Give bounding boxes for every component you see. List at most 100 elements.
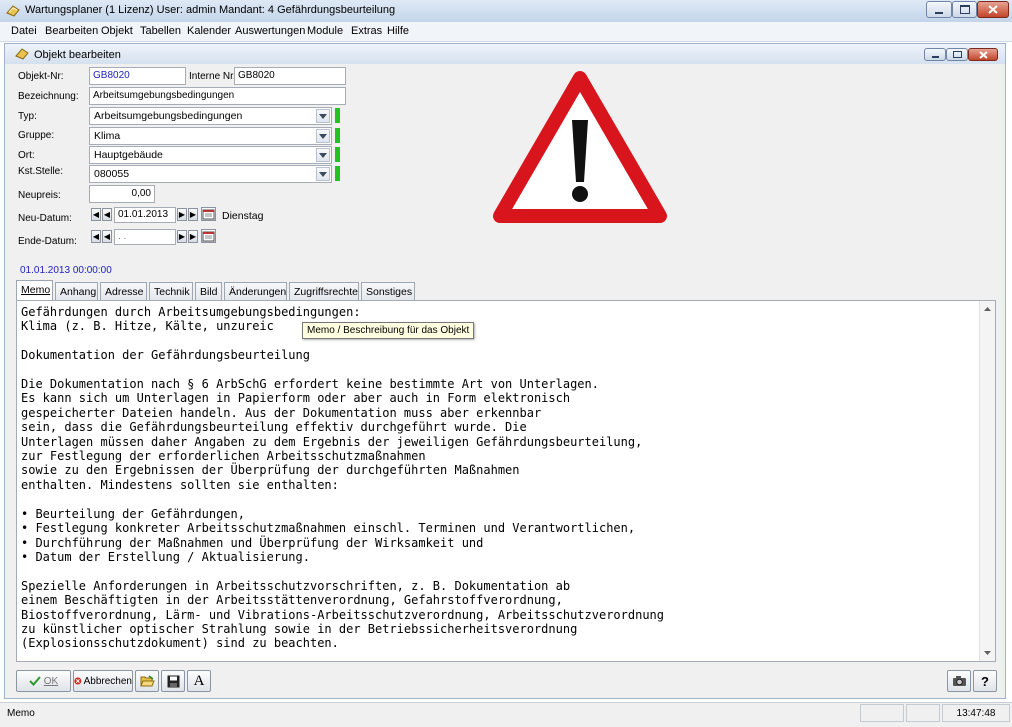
menu-bar: Datei Bearbeiten Objekt Tabellen Kalende… bbox=[0, 22, 1012, 42]
typ-value: Arbeitsumgebungsbedingungen bbox=[94, 110, 243, 122]
ok-label: OK bbox=[43, 675, 59, 687]
required-indicator bbox=[335, 147, 340, 162]
gruppe-select[interactable]: Klima bbox=[89, 127, 332, 145]
menu-tabellen[interactable]: Tabellen bbox=[140, 25, 181, 37]
close-button[interactable] bbox=[977, 1, 1009, 18]
font-button[interactable]: A bbox=[187, 670, 211, 692]
ende-datum-field[interactable]: . . bbox=[114, 229, 176, 245]
neu-datum-field[interactable]: 01.01.2013 bbox=[114, 207, 176, 223]
tab-aenderungen[interactable]: Änderungen bbox=[224, 282, 287, 300]
child-title-bar: Objekt bearbeiten bbox=[5, 44, 1005, 64]
status-panel bbox=[906, 704, 940, 722]
chevron-down-icon[interactable] bbox=[316, 109, 330, 123]
cancel-icon bbox=[74, 677, 82, 685]
date-first-button[interactable]: ◀ bbox=[91, 230, 101, 243]
folder-open-icon bbox=[139, 675, 155, 687]
required-indicator bbox=[335, 166, 340, 181]
scroll-down-icon[interactable] bbox=[984, 651, 991, 655]
kst-stelle-value: 080055 bbox=[94, 168, 130, 180]
tab-technik[interactable]: Technik bbox=[149, 282, 193, 300]
neupreis-field[interactable]: 0,00 bbox=[89, 185, 155, 203]
status-clock: 13:47:48 bbox=[942, 704, 1010, 722]
objekt-nr-label: Objekt-Nr: bbox=[18, 71, 64, 82]
minimize-icon bbox=[931, 56, 939, 58]
kst-stelle-select[interactable]: 080055 bbox=[89, 165, 332, 183]
camera-icon bbox=[952, 676, 966, 686]
child-restore-button[interactable] bbox=[946, 48, 968, 61]
memo-textarea[interactable]: Gefährdungen durch Arbeitsumgebungsbedin… bbox=[16, 300, 996, 662]
tab-sonstiges[interactable]: Sonstiges bbox=[361, 282, 415, 300]
ok-button[interactable]: OK bbox=[16, 670, 71, 692]
status-panel bbox=[860, 704, 904, 722]
memo-tooltip: Memo / Beschreibung für das Objekt bbox=[302, 322, 475, 339]
ort-select[interactable]: Hauptgebäude bbox=[89, 146, 332, 164]
save-button[interactable] bbox=[161, 670, 185, 692]
date-next-button[interactable]: ▶ bbox=[177, 208, 187, 221]
tab-bild[interactable]: Bild bbox=[195, 282, 222, 300]
menu-auswertungen[interactable]: Auswertungen bbox=[235, 25, 305, 37]
tab-adresse[interactable]: Adresse bbox=[100, 282, 147, 300]
interne-nr-field[interactable]: GB8020 bbox=[234, 67, 346, 85]
menu-datei[interactable]: Datei bbox=[11, 25, 37, 37]
minimize-button[interactable] bbox=[926, 1, 952, 18]
menu-hilfe[interactable]: Hilfe bbox=[387, 25, 409, 37]
date-prev-button[interactable]: ◀ bbox=[102, 208, 112, 221]
tab-memo[interactable]: Memo bbox=[16, 280, 53, 301]
status-text: Memo bbox=[7, 708, 35, 719]
help-button[interactable]: ? bbox=[973, 670, 997, 692]
gruppe-label: Gruppe: bbox=[18, 130, 55, 141]
camera-button[interactable] bbox=[947, 670, 971, 692]
typ-select[interactable]: Arbeitsumgebungsbedingungen bbox=[89, 107, 332, 125]
date-first-button[interactable]: ◀ bbox=[91, 208, 101, 221]
checkmark-icon bbox=[29, 676, 41, 686]
menu-bearbeiten[interactable]: Bearbeiten bbox=[45, 25, 98, 37]
child-minimize-button[interactable] bbox=[924, 48, 946, 61]
created-timestamp: 01.01.2013 00:00:00 bbox=[20, 265, 112, 276]
close-icon bbox=[988, 5, 998, 14]
bezeichnung-field[interactable]: Arbeitsumgebungsbedingungen bbox=[89, 87, 346, 105]
help-icon: ? bbox=[981, 673, 989, 689]
menu-kalender[interactable]: Kalender bbox=[187, 25, 231, 37]
date-next-button[interactable]: ▶ bbox=[177, 230, 187, 243]
date-prev-button[interactable]: ◀ bbox=[102, 230, 112, 243]
tab-zugriffsrechte[interactable]: Zugriffsrechte bbox=[289, 282, 359, 300]
objekt-nr-field[interactable]: GB8020 bbox=[89, 67, 186, 85]
close-icon bbox=[978, 50, 988, 59]
calendar-icon bbox=[202, 231, 215, 242]
tab-anhang[interactable]: Anhang bbox=[55, 282, 98, 300]
restore-icon bbox=[952, 51, 962, 58]
child-window-title: Objekt bearbeiten bbox=[34, 49, 121, 61]
gruppe-value: Klima bbox=[94, 130, 121, 142]
menu-extras[interactable]: Extras bbox=[351, 25, 382, 37]
title-bar: Wartungsplaner (1 Lizenz) User: admin Ma… bbox=[0, 0, 1012, 23]
chevron-down-icon[interactable] bbox=[316, 129, 330, 143]
required-indicator bbox=[335, 128, 340, 143]
window-title: Wartungsplaner (1 Lizenz) User: admin Ma… bbox=[25, 4, 396, 16]
menu-objekt[interactable]: Objekt bbox=[101, 25, 133, 37]
memo-scrollbar[interactable] bbox=[979, 301, 995, 661]
neupreis-label: Neupreis: bbox=[18, 190, 61, 201]
ort-label: Ort: bbox=[18, 150, 35, 161]
date-last-button[interactable]: ▶ bbox=[188, 230, 198, 243]
date-last-button[interactable]: ▶ bbox=[188, 208, 198, 221]
neu-datum-weekday: Dienstag bbox=[222, 210, 264, 222]
open-button[interactable] bbox=[135, 670, 159, 692]
calendar-button[interactable] bbox=[201, 229, 216, 243]
maximize-button[interactable] bbox=[952, 1, 977, 18]
maximize-icon bbox=[959, 5, 970, 14]
scroll-up-icon[interactable] bbox=[984, 307, 991, 311]
object-icon bbox=[15, 48, 29, 60]
chevron-down-icon[interactable] bbox=[316, 148, 330, 162]
menu-module[interactable]: Module bbox=[307, 25, 343, 37]
memo-text[interactable]: Gefährdungen durch Arbeitsumgebungsbedin… bbox=[21, 305, 976, 651]
child-close-button[interactable] bbox=[968, 48, 998, 61]
bezeichnung-label: Bezeichnung: bbox=[18, 91, 79, 102]
ende-datum-label: Ende-Datum: bbox=[18, 236, 77, 247]
kst-stelle-label: Kst.Stelle: bbox=[18, 166, 64, 177]
app-icon bbox=[6, 5, 20, 17]
font-icon: A bbox=[193, 672, 205, 689]
required-indicator bbox=[335, 108, 340, 123]
chevron-down-icon[interactable] bbox=[316, 167, 330, 181]
calendar-button[interactable] bbox=[201, 207, 216, 221]
cancel-button[interactable]: Abbrechen bbox=[73, 670, 133, 692]
